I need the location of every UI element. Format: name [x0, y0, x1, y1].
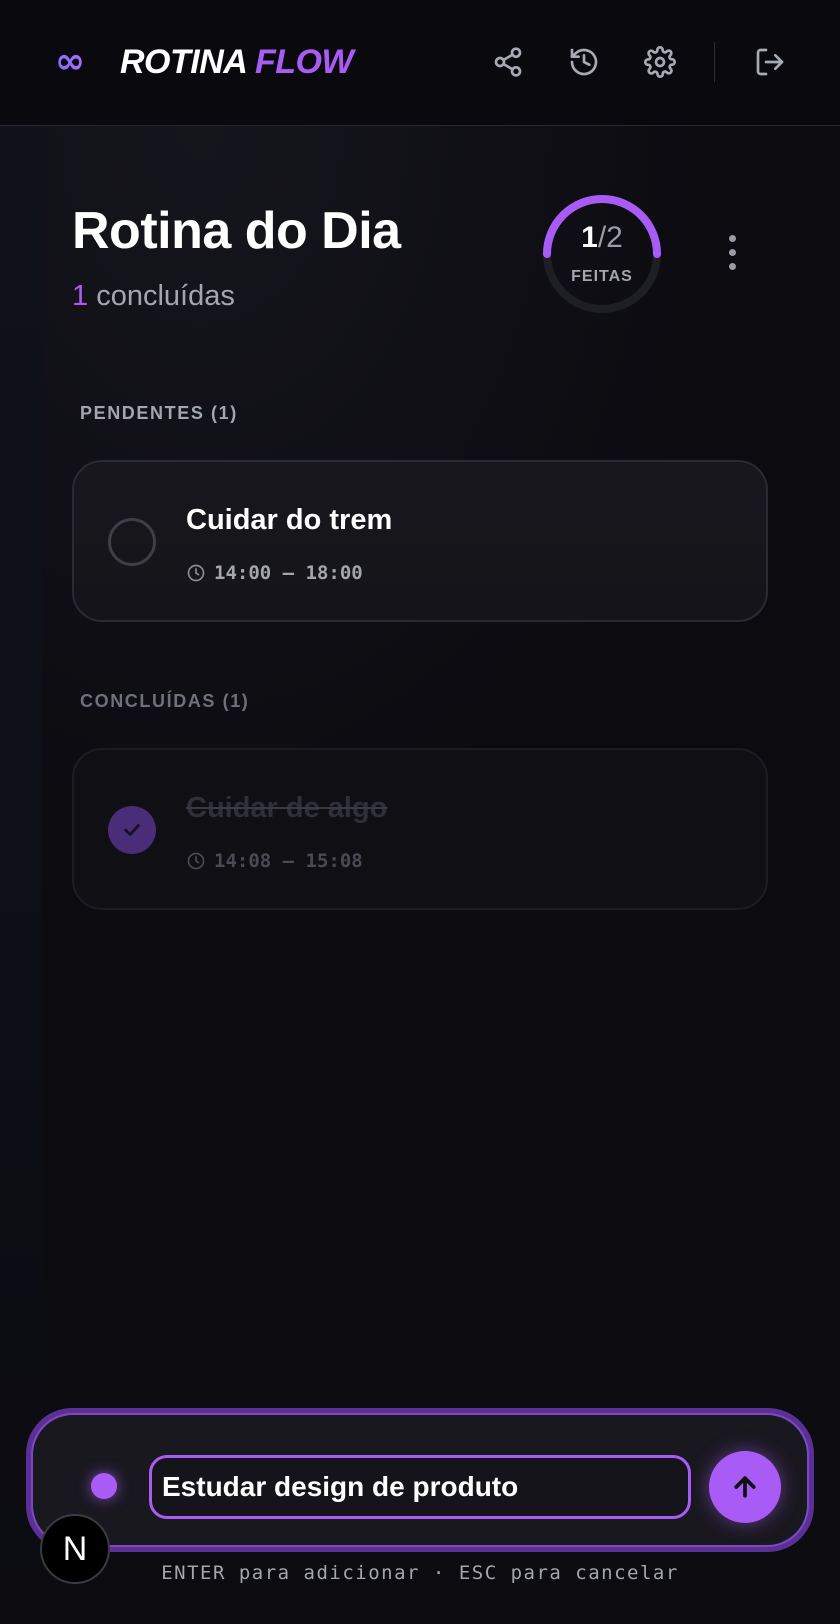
task-time: 14:08 – 15:08 [214, 850, 363, 872]
progress-value: 1/2 [540, 220, 664, 256]
dev-badge[interactable]: N [40, 1514, 110, 1584]
progress-separator: / [597, 221, 607, 254]
infinity-icon: ∞ [50, 38, 90, 86]
task-checkbox[interactable] [108, 518, 156, 566]
settings-button[interactable] [638, 40, 682, 84]
progress-total: 2 [606, 221, 623, 254]
brand-name[interactable]: ROTINA FLOW [120, 42, 354, 82]
task-title: Cuidar de algo [186, 792, 388, 824]
history-icon [570, 48, 598, 76]
more-options-button[interactable] [716, 230, 748, 274]
arrow-up-icon [734, 1476, 756, 1498]
progress-ring: 1/2 FEITAS [540, 192, 664, 316]
completed-suffix: concluídas [96, 280, 235, 312]
brand-name-part2: FLOW [255, 43, 354, 81]
completed-summary: 1 concluídas [72, 274, 235, 318]
logout-button[interactable] [748, 40, 792, 84]
logout-icon [756, 48, 784, 76]
app-root: ∞ ROTINA FLOW Rotina do Dia 1 concluídas… [0, 0, 840, 1624]
clock-icon [187, 564, 205, 582]
header-divider [714, 42, 715, 82]
done-section-label: CONCLUÍDAS (1) [80, 691, 250, 711]
task-title: Cuidar do trem [186, 504, 393, 536]
add-task-button[interactable] [709, 1451, 781, 1523]
task-time-row: 14:00 – 18:00 [186, 558, 363, 588]
kebab-dot [728, 248, 736, 256]
status-dot [91, 1473, 117, 1499]
share-button[interactable] [486, 40, 530, 84]
task-checkbox-checked[interactable] [108, 806, 156, 854]
progress-label: FEITAS [571, 268, 633, 285]
left-edge-strip [0, 126, 42, 1624]
keyboard-hint: ENTER para adicionar · ESC para cancelar [161, 1562, 679, 1584]
history-button[interactable] [562, 40, 606, 84]
task-card-pending[interactable]: Cuidar do trem 14:00 – 18:00 [72, 460, 768, 622]
kebab-dot [728, 262, 736, 270]
task-time-row: 14:08 – 15:08 [186, 846, 363, 876]
completed-count: 1 [72, 280, 89, 312]
task-card-done[interactable]: Cuidar de algo 14:08 – 15:08 [72, 748, 768, 910]
pending-section-label: PENDENTES (1) [80, 403, 238, 423]
kebab-dot [728, 234, 736, 242]
composer-body [31, 1413, 809, 1547]
share-icon [494, 47, 522, 77]
checkmark-icon [124, 824, 140, 836]
new-task-composer [26, 1408, 814, 1552]
top-bar: ∞ ROTINA FLOW [0, 0, 840, 126]
progress-done: 1 [581, 221, 598, 254]
clock-icon [187, 852, 205, 870]
new-task-input[interactable] [149, 1455, 691, 1519]
task-time: 14:00 – 18:00 [214, 562, 363, 584]
page-title: Rotina do Dia [72, 202, 401, 260]
brand-name-part1: ROTINA [120, 43, 247, 81]
gear-icon [644, 46, 676, 78]
